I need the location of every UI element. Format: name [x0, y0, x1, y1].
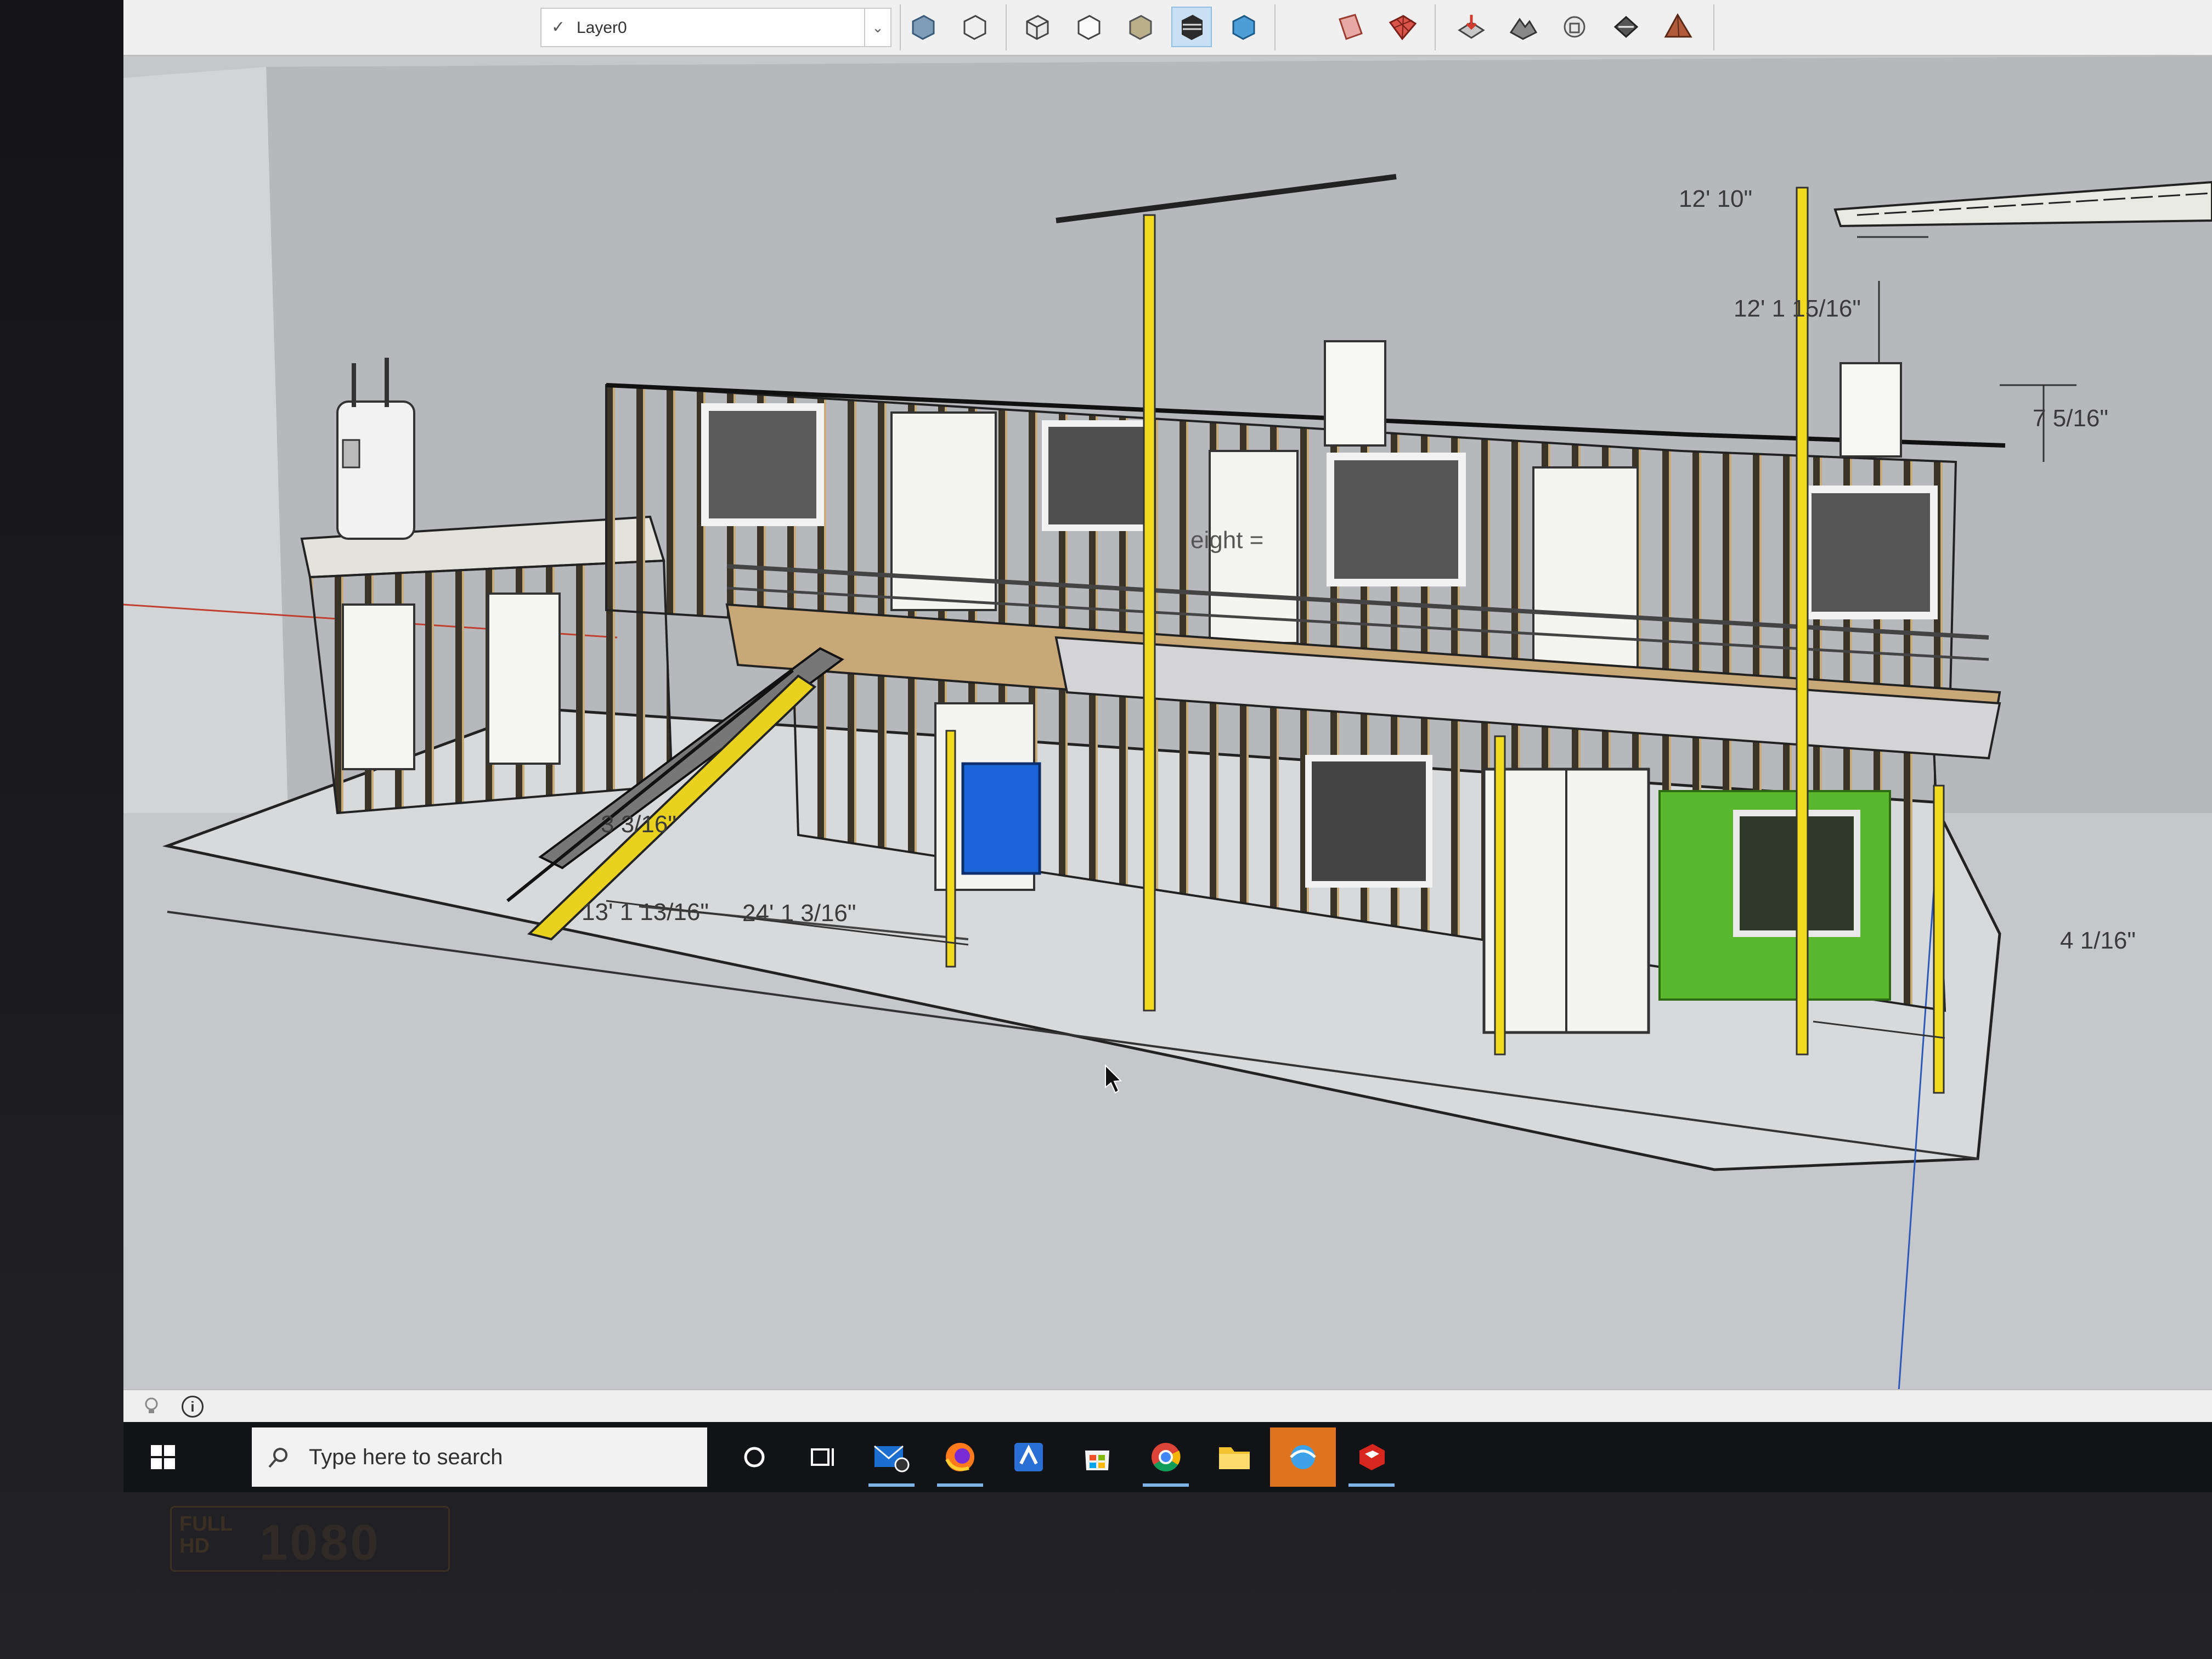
lower-window-1 [1305, 755, 1432, 888]
shaded-textures-icon[interactable] [1171, 7, 1212, 47]
dimension-label: 12' 1 15/16" [1734, 295, 1861, 322]
upper-window-4 [1804, 486, 1938, 619]
yellow-post-4 [1933, 785, 1945, 1094]
toolbar: ✓ Layer0 ⌄ [123, 0, 2212, 56]
upper-door-3 [1532, 466, 1639, 677]
sketchup-icon[interactable] [1339, 1427, 1404, 1487]
flip-icon[interactable] [1606, 7, 1646, 47]
dimension-label: 3 3/16" [601, 811, 676, 838]
app-icon[interactable] [996, 1427, 1062, 1487]
toolbar-separator [1274, 4, 1276, 50]
layer-select[interactable]: ✓ Layer0 ⌄ [540, 8, 891, 47]
monitor-hd-badge: FULL HD 1080 [170, 1506, 450, 1572]
taskbar: Type here to search [123, 1422, 2212, 1492]
toolbar-separator [1006, 4, 1007, 50]
dimension-label: 13' 1 13/16" [582, 899, 709, 926]
dimension-label: 12' 10" [1679, 185, 1753, 212]
grid-icon[interactable] [1382, 7, 1423, 47]
lightbulb-icon[interactable] [143, 1397, 160, 1415]
toolbar-separator [1435, 4, 1436, 50]
windows-start-icon[interactable] [140, 1434, 186, 1480]
yellow-post-3 [1494, 735, 1506, 1056]
yellow-post-5 [945, 730, 956, 968]
monochrome-icon[interactable] [1223, 7, 1263, 47]
upper-window-2 [1042, 420, 1153, 531]
terrain-icon[interactable] [1503, 7, 1543, 47]
upper-window-3 [1327, 453, 1466, 586]
blue-cabinet[interactable] [961, 762, 1041, 875]
search-icon [267, 1446, 290, 1472]
xray-icon[interactable] [1017, 7, 1057, 47]
layer-name: Layer0 [577, 19, 627, 37]
screen: ✓ Layer0 ⌄ 12' 10" 12' 1 15/16" 7 5/16" … [123, 0, 2212, 1492]
dimension-label: 7 5/16" [2033, 405, 2108, 432]
cortana-icon[interactable] [721, 1427, 787, 1487]
box-style-icon[interactable] [902, 7, 943, 47]
wireframe-icon[interactable] [954, 7, 995, 47]
store-icon[interactable] [1064, 1427, 1130, 1487]
task-view-icon[interactable] [790, 1427, 856, 1487]
toolbar-separator [1713, 4, 1714, 50]
browser-icon[interactable] [1270, 1427, 1336, 1487]
file-explorer-icon[interactable] [1201, 1427, 1267, 1487]
info-icon[interactable]: i [182, 1396, 204, 1418]
search-input[interactable]: Type here to search [252, 1427, 707, 1487]
chrome-icon[interactable] [1133, 1427, 1199, 1487]
toolbar-separator [900, 4, 901, 50]
status-bar: i [123, 1389, 2212, 1423]
dimension-label: eight = [1190, 527, 1264, 554]
back-edges-icon[interactable] [1068, 7, 1109, 47]
model-drawing[interactable] [123, 56, 2212, 1389]
dimension-label: 24' 1 3/16" [742, 900, 856, 927]
sandbox-drape-icon[interactable] [1451, 7, 1492, 47]
badge-resolution: 1080 [259, 1515, 381, 1571]
mail-icon[interactable] [859, 1427, 924, 1487]
shaded-icon[interactable] [1120, 7, 1160, 47]
yellow-post-1 [1143, 214, 1156, 1012]
search-placeholder: Type here to search [309, 1445, 503, 1469]
water-heater[interactable] [336, 400, 415, 540]
firefox-icon[interactable] [927, 1427, 993, 1487]
badge-text: FULL HD [179, 1513, 233, 1558]
upper-window-1 [701, 403, 824, 526]
dimension-label: 4 1/16" [2060, 927, 2136, 954]
chevron-down-icon[interactable]: ⌄ [864, 9, 890, 46]
pyramid-icon[interactable] [1657, 7, 1698, 47]
annex-door-2 [487, 592, 561, 765]
extension-icon[interactable] [1554, 7, 1595, 47]
model-viewport[interactable]: 12' 10" 12' 1 15/16" 7 5/16" 4 1/16" 3 3… [123, 56, 2212, 1389]
section-plane-icon[interactable] [1330, 7, 1371, 47]
annex-door-1 [342, 603, 415, 770]
check-icon: ✓ [551, 18, 566, 36]
